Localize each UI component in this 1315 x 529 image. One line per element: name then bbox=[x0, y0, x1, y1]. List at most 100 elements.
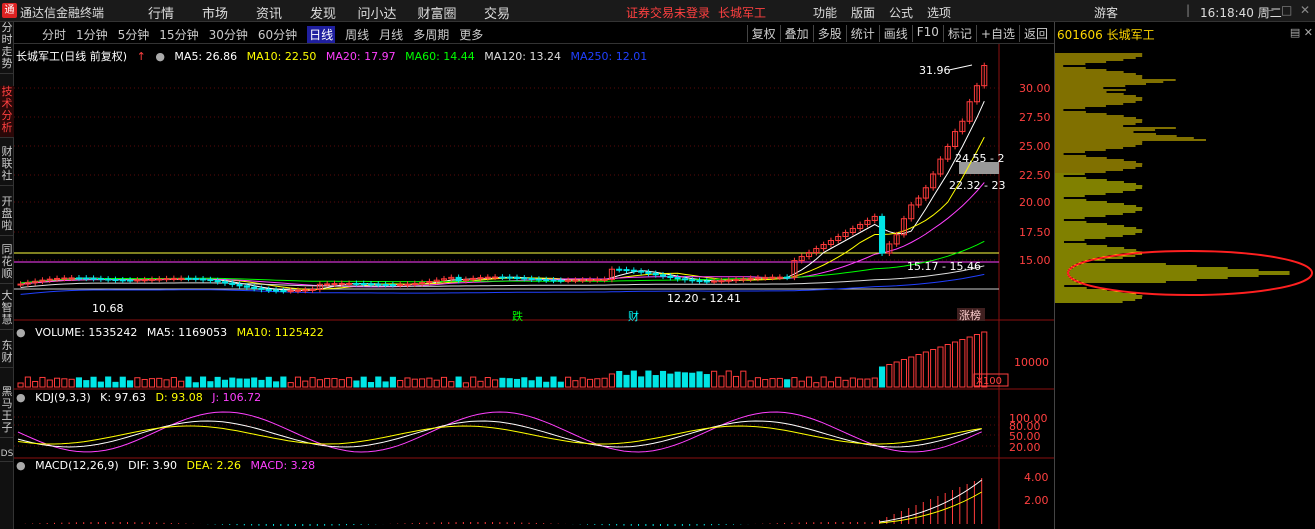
period-monthly[interactable]: 月线 bbox=[379, 26, 403, 43]
tab-dongcai[interactable]: 东财 bbox=[0, 340, 14, 368]
minimize-icon[interactable]: — bbox=[1262, 3, 1274, 17]
high-price-pointer bbox=[948, 64, 973, 71]
tab-tonghuashun[interactable]: 同花顺 bbox=[0, 244, 14, 284]
candle-body bbox=[185, 277, 192, 280]
menu-item-options[interactable]: 选项 bbox=[920, 4, 958, 21]
menu-item-trade[interactable]: 交易 bbox=[470, 3, 524, 22]
f10-button[interactable]: F10 bbox=[911, 25, 943, 42]
menu-item-layout[interactable]: 版面 bbox=[844, 4, 882, 21]
tab-intraday[interactable]: 分时走势 bbox=[0, 22, 14, 74]
volume-bar bbox=[696, 371, 703, 388]
volume-bar bbox=[557, 381, 564, 388]
user-name[interactable]: 游客 bbox=[1094, 4, 1118, 21]
ma-line bbox=[20, 182, 985, 288]
tab-ds[interactable]: DS bbox=[0, 448, 14, 462]
tab-technical-analysis[interactable]: 技术分析 bbox=[0, 86, 14, 138]
candle-body bbox=[638, 270, 645, 273]
adjust-button[interactable]: 复权 bbox=[746, 25, 780, 42]
volume-bar bbox=[966, 336, 973, 388]
chip-distribution-panel: 601606 长城军工 ▤ ✕ bbox=[1054, 22, 1315, 529]
menu-item-discover[interactable]: 发现 bbox=[296, 3, 350, 22]
mark-die-label[interactable]: 跌 bbox=[512, 309, 523, 323]
login-warning-link[interactable]: 证券交易未登录 bbox=[626, 4, 710, 21]
menu-item-market-quotes[interactable]: 行情 bbox=[134, 3, 188, 22]
close-icon[interactable]: ✕ bbox=[1300, 3, 1310, 17]
volume-bar bbox=[565, 376, 572, 388]
candle-body bbox=[411, 283, 418, 286]
candle-body bbox=[127, 279, 134, 282]
mark-cai-label[interactable]: 财 bbox=[628, 309, 639, 323]
menu-item-market[interactable]: 市场 bbox=[188, 3, 242, 22]
menu-item-formula[interactable]: 公式 bbox=[882, 4, 920, 21]
period-30min[interactable]: 30分钟 bbox=[209, 26, 248, 43]
volume-bar bbox=[426, 377, 433, 388]
menu-item-wealth[interactable]: 财富圈 bbox=[404, 3, 470, 22]
volume-bar bbox=[689, 372, 696, 388]
kdj-d: D: 93.08 bbox=[155, 391, 203, 404]
menu-item-function[interactable]: 功能 bbox=[806, 4, 844, 21]
add-watchlist-button[interactable]: +自选 bbox=[975, 25, 1019, 42]
volume-bar bbox=[185, 376, 192, 388]
chart-area[interactable]: 跌 财 涨榜 31.96 10.68 24.55 - 2 22.32 - 23 … bbox=[14, 44, 1054, 529]
period-60min[interactable]: 60分钟 bbox=[258, 26, 297, 43]
candle-body bbox=[75, 277, 83, 280]
back-button[interactable]: 返回 bbox=[1018, 25, 1052, 42]
candle-body bbox=[105, 278, 112, 281]
period-more[interactable]: 更多 bbox=[459, 26, 483, 43]
volume-bar bbox=[470, 376, 477, 388]
tab-kaipanla[interactable]: 开盘啦 bbox=[0, 196, 14, 236]
volume-bar bbox=[24, 376, 31, 388]
candle-body bbox=[273, 289, 280, 292]
kline-chart-svg[interactable]: 跌 财 涨榜 31.96 10.68 24.55 - 2 22.32 - 23 … bbox=[14, 44, 1054, 529]
tab-cailianshe[interactable]: 财联社 bbox=[0, 146, 14, 186]
volume-settings-icon[interactable]: ● bbox=[16, 326, 26, 339]
volume-bar bbox=[638, 376, 645, 388]
ma60-value: MA60: 14.44 bbox=[405, 50, 475, 63]
candle-body bbox=[499, 276, 506, 279]
menu-item-news[interactable]: 资讯 bbox=[242, 3, 296, 22]
volume-bar bbox=[878, 366, 886, 388]
overlay-button[interactable]: 叠加 bbox=[779, 25, 813, 42]
candle-body bbox=[367, 283, 375, 286]
multi-stock-button[interactable]: 多股 bbox=[812, 25, 846, 42]
tab-dazhihui[interactable]: 大智慧 bbox=[0, 290, 14, 330]
volume-bar bbox=[163, 379, 170, 388]
kdj-name: KDJ(9,3,3) bbox=[35, 391, 91, 404]
candle-body bbox=[586, 279, 594, 282]
ma20-value: MA20: 17.97 bbox=[325, 50, 396, 63]
kdj-k: K: 97.63 bbox=[100, 391, 147, 404]
candle-body bbox=[492, 276, 499, 279]
settings-dropdown-icon[interactable]: ● bbox=[155, 50, 165, 63]
draw-line-button[interactable]: 画线 bbox=[878, 25, 912, 42]
statistics-button[interactable]: 统计 bbox=[845, 25, 879, 42]
candle-body bbox=[83, 277, 90, 280]
candle-body bbox=[878, 215, 886, 254]
period-15min[interactable]: 15分钟 bbox=[159, 26, 198, 43]
volume-bar bbox=[740, 370, 747, 388]
volume-bar bbox=[659, 370, 667, 388]
period-weekly[interactable]: 周线 bbox=[345, 26, 369, 43]
volume-bar bbox=[908, 356, 915, 388]
volume-bars bbox=[17, 331, 988, 388]
volume-bar bbox=[192, 382, 199, 388]
candle-body bbox=[521, 277, 528, 280]
mark-button[interactable]: 标记 bbox=[942, 25, 976, 42]
period-5min[interactable]: 5分钟 bbox=[118, 26, 150, 43]
tab-heimawangzi[interactable]: 黑马王子 bbox=[0, 386, 14, 438]
macd-settings-icon[interactable]: ● bbox=[16, 459, 26, 472]
candle-body bbox=[630, 269, 637, 272]
period-intraday[interactable]: 分时 bbox=[42, 26, 66, 43]
period-selector: 分时 1分钟 5分钟 15分钟 30分钟 60分钟 日线 周线 月线 多周期 更… bbox=[42, 26, 493, 43]
period-daily[interactable]: 日线 bbox=[307, 26, 336, 43]
ma-line bbox=[20, 136, 985, 291]
period-1min[interactable]: 1分钟 bbox=[76, 26, 108, 43]
period-multi[interactable]: 多周期 bbox=[413, 26, 449, 43]
volume-bar bbox=[448, 381, 455, 388]
mark-zhangbang-label[interactable]: 涨榜 bbox=[959, 308, 981, 322]
kdj-settings-icon[interactable]: ● bbox=[16, 391, 26, 404]
candle-body bbox=[484, 276, 491, 279]
menu-item-ask[interactable]: 问小达 bbox=[350, 3, 404, 22]
candle-body bbox=[236, 283, 243, 287]
macd-histogram bbox=[24, 478, 983, 526]
maximize-icon[interactable]: □ bbox=[1281, 3, 1292, 17]
